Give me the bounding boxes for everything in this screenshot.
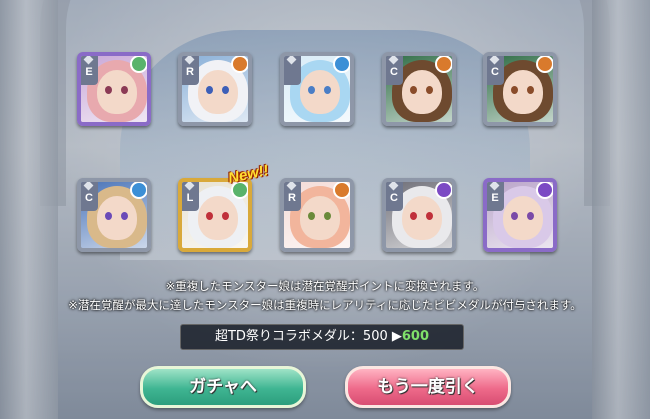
character-card[interactable]: C (382, 178, 456, 252)
character-card[interactable]: E (77, 52, 151, 126)
rarity-label: E (85, 66, 93, 78)
medal-after: 600 (401, 329, 430, 344)
medal-counter: 超TD祭りコラボメダル：500 ▶600 (180, 324, 464, 350)
medal-before: 500 (362, 329, 388, 344)
gem-icon (388, 56, 399, 65)
draw-again-button[interactable]: もう一度引く (345, 366, 511, 408)
gem-icon (286, 56, 297, 65)
rarity-label: R (288, 192, 296, 204)
go-to-gacha-button[interactable]: ガチャへ (140, 366, 306, 408)
earth-element-icon (231, 56, 248, 73)
earth-element-icon (536, 56, 553, 73)
rarity-label: C (390, 192, 398, 204)
rarity-label: C (390, 66, 398, 78)
character-card[interactable] (280, 52, 354, 126)
rarity-badge: L (182, 182, 199, 211)
rarity-label: L (186, 192, 194, 204)
note-line-2: ※潜在覚醒が最大に達したモンスター娘は重複時にレアリティに応じたビビメダルが付与… (68, 298, 582, 312)
character-card[interactable]: C (483, 52, 557, 126)
arrow-icon: ▶ (391, 329, 402, 344)
rarity-badge: C (487, 56, 504, 85)
rarity-badge: R (182, 56, 199, 85)
medal-label: 超TD祭りコラボメダル： (214, 329, 363, 344)
gem-icon (489, 182, 500, 191)
wind-element-icon (130, 56, 147, 73)
gem-icon (83, 182, 94, 191)
character-card[interactable]: R (280, 178, 354, 252)
gem-icon (388, 182, 399, 191)
water-element-icon (130, 182, 147, 199)
gem-icon (286, 182, 297, 191)
character-card[interactable]: C (77, 178, 151, 252)
note-line-1: ※重複したモンスター娘は潜在覚醒ポイントに変換されます。 (165, 279, 485, 293)
gem-icon (489, 56, 500, 65)
water-element-icon (333, 56, 350, 73)
rarity-badge: E (487, 182, 504, 211)
character-card[interactable]: R (178, 52, 252, 126)
gem-icon (83, 56, 94, 65)
rarity-label: R (186, 66, 194, 78)
gem-icon (184, 182, 195, 191)
earth-element-icon (333, 182, 350, 199)
rarity-badge: C (386, 182, 403, 211)
rarity-badge: E (81, 56, 98, 85)
dark-element-icon (435, 182, 452, 199)
rarity-label: E (491, 192, 499, 204)
rarity-badge: R (284, 182, 301, 211)
character-card[interactable]: E (483, 178, 557, 252)
rarity-badge: C (81, 182, 98, 211)
earth-element-icon (435, 56, 452, 73)
rarity-badge (284, 56, 301, 85)
character-card[interactable]: L (178, 178, 252, 252)
dark-element-icon (536, 182, 553, 199)
rarity-label: C (491, 66, 499, 78)
character-card[interactable]: C (382, 52, 456, 126)
rarity-label: C (85, 192, 93, 204)
gem-icon (184, 56, 195, 65)
rarity-badge: C (386, 56, 403, 85)
